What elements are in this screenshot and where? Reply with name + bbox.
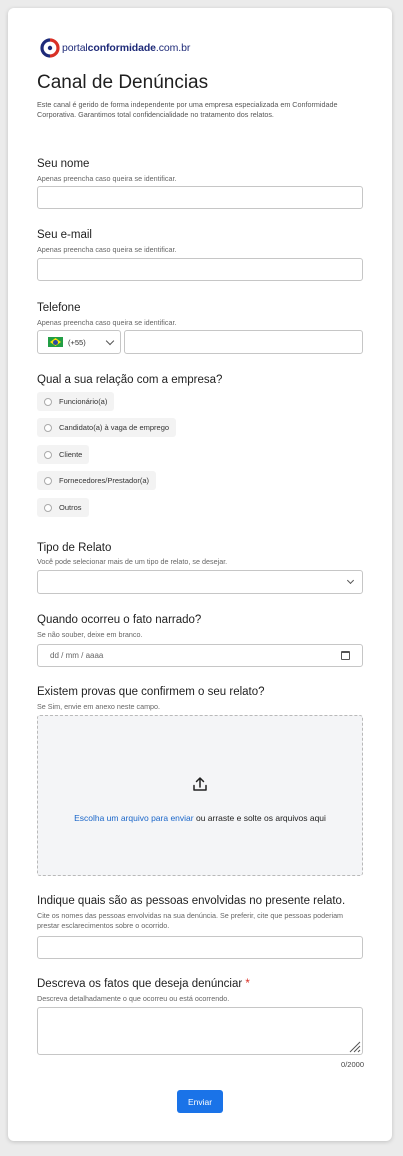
tipo-help: Você pode selecionar mais de um tipo de … (37, 557, 228, 566)
nome-label: Seu nome (37, 158, 90, 170)
date-placeholder: dd / mm / aaaa (50, 651, 104, 660)
radio-option-label: Candidato(a) à vaga de emprego (59, 423, 170, 432)
radio-option-label: Cliente (59, 450, 83, 459)
telefone-help: Apenas preencha caso queira se identific… (37, 318, 177, 327)
email-input[interactable] (37, 258, 363, 281)
resize-grip-icon[interactable] (347, 1039, 361, 1053)
country-code-select[interactable]: (+55) (37, 330, 121, 354)
nome-help: Apenas preencha caso queira se identific… (37, 174, 177, 183)
radio-circle-icon[interactable] (44, 397, 52, 406)
page-intro: Este canal é gerido de forma independent… (37, 100, 338, 119)
radio-circle-icon[interactable] (44, 503, 52, 512)
nome-input[interactable] (37, 186, 363, 209)
pessoas-label: Indique quais são as pessoas envolvidas … (37, 895, 346, 907)
fatos-help: Descreva detalhadamente o que ocorreu ou… (37, 994, 230, 1003)
radio-circle-icon[interactable] (44, 450, 52, 459)
provas-label: Existem provas que confirmem o seu relat… (37, 686, 265, 698)
tipo-relato-select[interactable] (37, 570, 363, 594)
form-card: portalconformidade.com.br Canal de Denún… (8, 8, 392, 1141)
upload-icon (193, 777, 207, 791)
quando-label: Quando ocorreu o fato narrado? (37, 614, 202, 626)
radio-circle-icon[interactable] (44, 476, 52, 485)
phone-input[interactable] (124, 330, 363, 354)
email-label: Seu e-mail (37, 229, 92, 241)
page-title: Canal de Denúncias (37, 72, 209, 93)
pessoas-input[interactable] (37, 936, 363, 959)
dropzone-rest-text: ou arraste e solte os arquivos aqui (193, 813, 326, 823)
logo-text: portalconformidade.com.br (62, 42, 191, 54)
chevron-down-icon (105, 336, 115, 346)
date-input[interactable]: dd / mm / aaaa (37, 644, 363, 667)
relacao-label: Qual a sua relação com a empresa? (37, 374, 223, 386)
telefone-label: Telefone (37, 302, 81, 314)
radio-option-funcionario[interactable]: Funcionário(a) (37, 392, 115, 411)
country-code-label: (+55) (68, 337, 86, 347)
quando-help: Se não souber, deixe em branco. (37, 630, 143, 639)
radio-option-outros[interactable]: Outros (37, 498, 89, 517)
email-help: Apenas preencha caso queira se identific… (37, 245, 177, 254)
provas-help: Se Sim, envie em anexo neste campo. (37, 702, 161, 711)
dropzone-text: Escolha um arquivo para enviar ou arrast… (38, 813, 362, 823)
radio-circle-icon[interactable] (44, 423, 52, 432)
radio-option-candidato[interactable]: Candidato(a) à vaga de emprego (37, 418, 177, 437)
brand-logo: portalconformidade.com.br (39, 38, 190, 58)
submit-button[interactable]: Enviar (177, 1090, 223, 1113)
logo-mark-icon (40, 38, 60, 58)
file-dropzone[interactable]: Escolha um arquivo para enviar ou arrast… (37, 715, 363, 876)
radio-option-cliente[interactable]: Cliente (37, 445, 90, 464)
tipo-label: Tipo de Relato (37, 542, 112, 554)
radio-option-label: Outros (59, 503, 82, 512)
fatos-label: Descreva os fatos que deseja denúnciar * (37, 978, 250, 990)
radio-option-label: Fornecedores/Prestador(a) (59, 476, 150, 485)
chevron-down-icon (346, 576, 355, 585)
choose-file-link[interactable]: Escolha um arquivo para enviar (74, 813, 194, 823)
pessoas-help: Cite os nomes das pessoas envolvidas na … (37, 911, 344, 930)
radio-option-fornecedores[interactable]: Fornecedores/Prestador(a) (37, 471, 157, 490)
char-counter: 0/2000 (341, 1060, 364, 1069)
required-mark: * (245, 978, 250, 990)
radio-option-label: Funcionário(a) (59, 397, 108, 406)
brazil-flag-icon (48, 337, 63, 347)
calendar-icon[interactable] (341, 651, 350, 660)
fatos-textarea[interactable] (37, 1007, 363, 1055)
